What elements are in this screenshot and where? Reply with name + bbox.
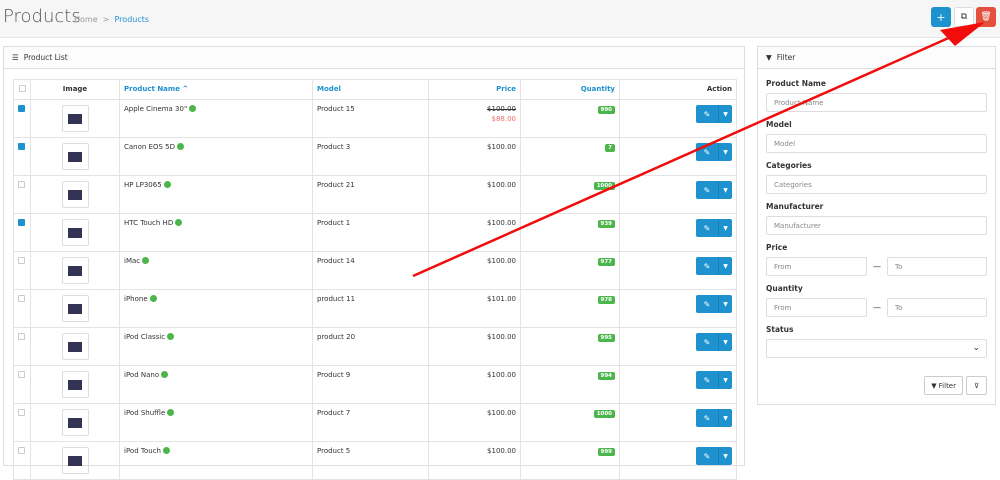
annotation-arrow (412, 22, 985, 278)
